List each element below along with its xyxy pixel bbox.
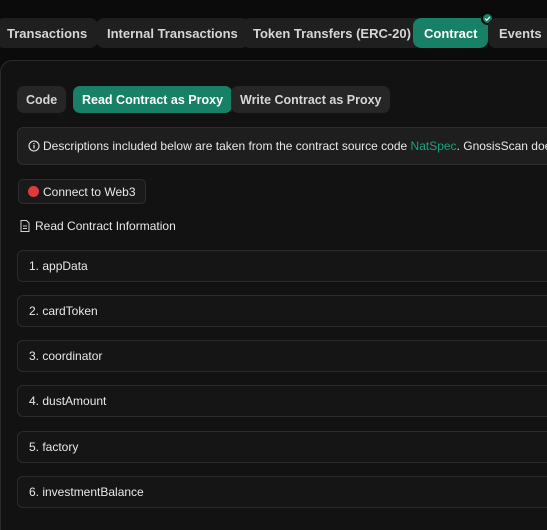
function-label: 5. factory bbox=[29, 440, 79, 454]
tab-token-transfers[interactable]: Token Transfers (ERC-20) bbox=[242, 18, 422, 48]
function-row-cardtoken[interactable]: 2. cardToken bbox=[17, 295, 547, 327]
disconnected-status-icon bbox=[28, 186, 39, 197]
function-row-factory[interactable]: 5. factory bbox=[17, 431, 547, 463]
function-label: 1. appData bbox=[29, 259, 88, 273]
notice-text: Descriptions included below are taken fr… bbox=[43, 139, 411, 153]
natspec-notice: Descriptions included below are taken fr… bbox=[17, 127, 547, 165]
function-row-coordinator[interactable]: 3. coordinator bbox=[17, 340, 547, 372]
tab-contract-label: Contract bbox=[424, 25, 478, 41]
section-title: Read Contract Information bbox=[20, 219, 176, 233]
function-row-investmentbalance[interactable]: 6. investmentBalance bbox=[17, 476, 547, 508]
function-row-appdata[interactable]: 1. appData bbox=[17, 250, 547, 282]
info-circle-icon bbox=[28, 140, 40, 152]
subtab-read-proxy[interactable]: Read Contract as Proxy bbox=[73, 86, 233, 113]
tab-transactions[interactable]: Transactions bbox=[0, 18, 99, 48]
function-label: 3. coordinator bbox=[29, 349, 103, 363]
natspec-link[interactable]: NatSpec bbox=[411, 139, 457, 153]
subtab-code[interactable]: Code bbox=[17, 86, 67, 113]
tab-events[interactable]: Events bbox=[488, 18, 547, 48]
notice-text-tail: . GnosisScan doe bbox=[456, 139, 547, 153]
contract-tabs: Transactions Internal Transactions Token… bbox=[0, 12, 547, 48]
connect-label: Connect to Web3 bbox=[43, 184, 136, 199]
function-label: 6. investmentBalance bbox=[29, 485, 144, 499]
function-label: 2. cardToken bbox=[29, 304, 98, 318]
connect-web3-button[interactable]: Connect to Web3 bbox=[18, 179, 146, 204]
document-icon bbox=[20, 220, 30, 232]
subtab-write-proxy[interactable]: Write Contract as Proxy bbox=[231, 86, 391, 113]
function-label: 4. dustAmount bbox=[29, 394, 107, 408]
function-row-dustamount[interactable]: 4. dustAmount bbox=[17, 385, 547, 417]
tab-internal-transactions[interactable]: Internal Transactions bbox=[96, 18, 249, 48]
tab-contract[interactable]: Contract bbox=[413, 12, 495, 48]
section-title-label: Read Contract Information bbox=[35, 219, 176, 233]
